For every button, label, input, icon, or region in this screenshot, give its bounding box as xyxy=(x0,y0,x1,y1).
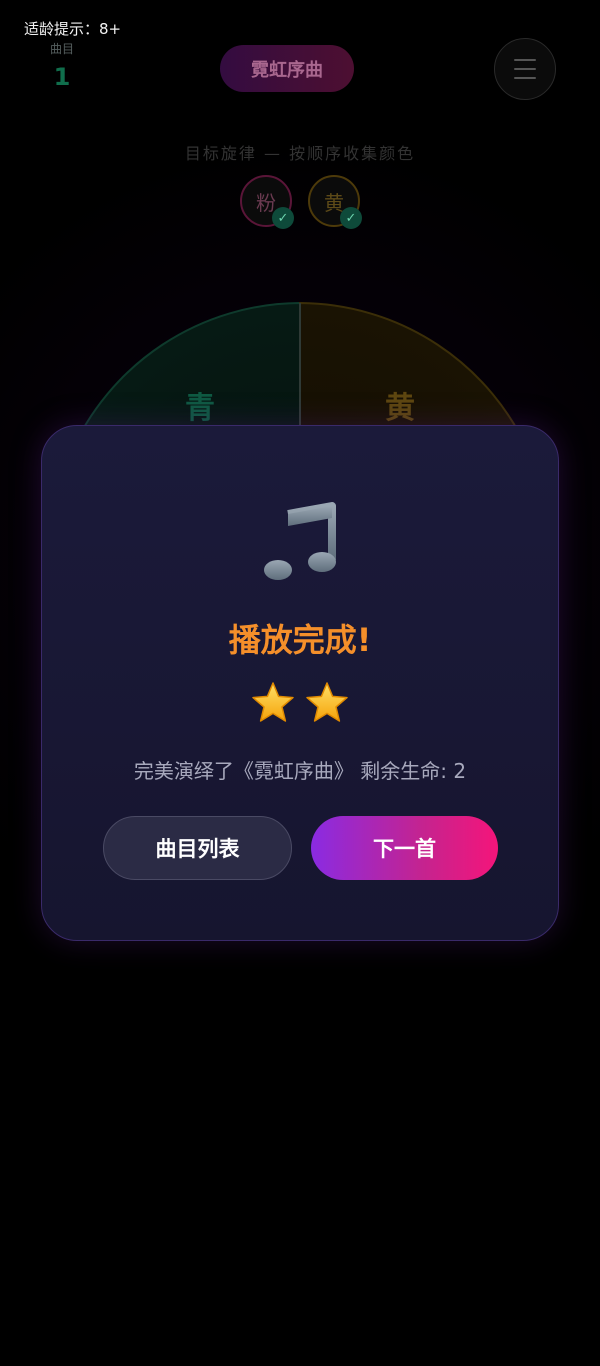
music-note-icon xyxy=(264,502,336,580)
wheel-label-yellow: 黄 xyxy=(385,391,415,426)
star-icon xyxy=(306,682,348,722)
completion-summary: 完美演绎了《霓虹序曲》 剩余生命: 2 xyxy=(133,759,467,783)
next-song-button[interactable]: 下一首 xyxy=(311,816,498,880)
star-icon xyxy=(252,682,294,722)
completion-title: 播放完成! xyxy=(228,621,372,659)
song-list-button[interactable]: 曲目列表 xyxy=(103,816,292,880)
age-rating-hint: 适龄提示：8+ xyxy=(24,20,122,38)
star-rating xyxy=(0,680,600,726)
wheel-label-cyan: 青 xyxy=(185,391,215,426)
